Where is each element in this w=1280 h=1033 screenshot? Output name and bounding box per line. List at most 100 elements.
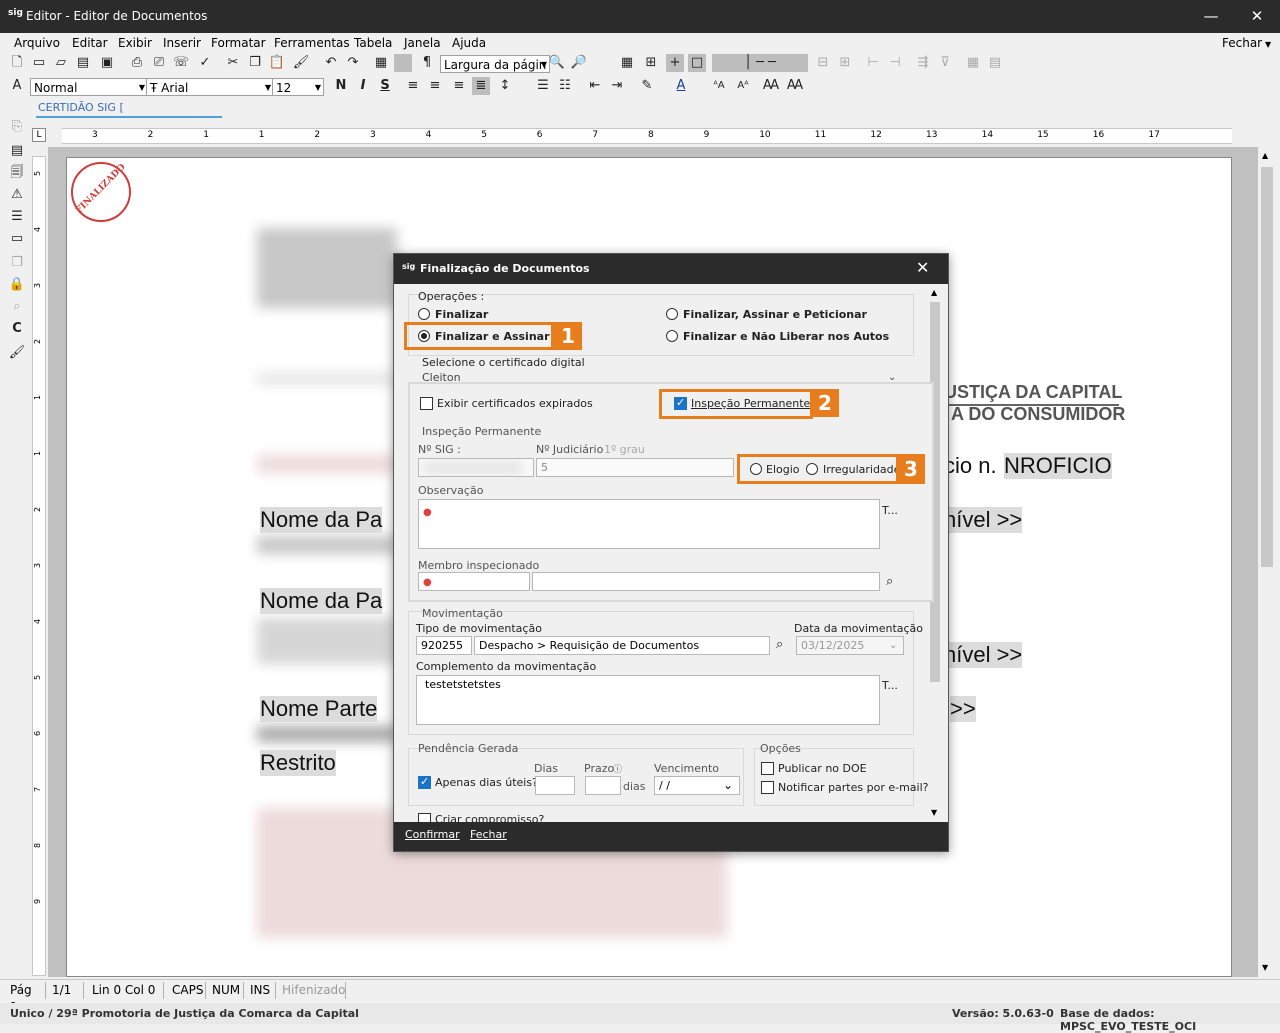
tipo-mov-desc-input[interactable]: Despacho > Requisição de Documentos — [474, 636, 770, 655]
new-doc-icon[interactable]: 🗋 — [8, 54, 26, 72]
menu-inserir[interactable]: Inserir — [163, 36, 201, 50]
table-grid-icon[interactable]: ⊞ — [642, 54, 660, 72]
search-doc-icon[interactable]: ⌕ — [8, 298, 26, 316]
tipo-mov-search-icon[interactable]: ⌕ — [776, 637, 783, 652]
menu-ferramentas[interactable]: Ferramentas — [274, 36, 350, 50]
complemento-textarea[interactable]: testetstetstes — [416, 675, 880, 725]
membro-name-input[interactable] — [532, 572, 880, 591]
align-center-icon[interactable]: ≡ — [426, 77, 444, 95]
font-select[interactable]: Ŧ Arial ▼ — [146, 78, 274, 96]
menu-fechar[interactable]: Fechar — [1222, 36, 1262, 50]
table-more-icon[interactable]: ▤ — [986, 54, 1004, 72]
paragraph-marks-icon[interactable]: ¶ — [418, 54, 436, 72]
scroll-down-icon[interactable]: ▼ — [1262, 963, 1268, 972]
numbering-icon[interactable]: ☷ — [556, 77, 574, 95]
open-icon[interactable]: ▭ — [30, 54, 48, 72]
notificar-email-checkbox[interactable] — [761, 781, 774, 794]
clear-format-icon[interactable]: Ꜳ — [786, 77, 804, 95]
radio-finalizar-nao-liberar-label[interactable]: Finalizar e Não Liberar nos Autos — [683, 330, 889, 343]
tag-field[interactable]: CERTIDÃO SIG [ — [36, 100, 222, 118]
font-size-select[interactable]: 12 ▼ — [272, 78, 324, 96]
data-mov-input[interactable]: 03/12/2025 ⌄ — [796, 636, 904, 655]
save-icon[interactable]: ▣ — [98, 54, 116, 72]
change-case-icon[interactable]: Ꜳ — [762, 77, 780, 95]
grau-select[interactable]: 1º grau — [604, 443, 645, 456]
menu-tabela[interactable]: Tabela — [354, 36, 392, 50]
membro-search-icon[interactable]: ⌕ — [886, 574, 893, 589]
underline-icon[interactable]: S — [376, 77, 394, 95]
minimize-button[interactable]: — — [1188, 0, 1234, 33]
scroll-up-icon[interactable]: ▲ — [1262, 151, 1268, 160]
delete-column-icon[interactable]: ⊣ — [886, 54, 904, 72]
print-icon[interactable]: ⎙ — [128, 54, 146, 72]
restrito-text[interactable]: Restrito — [260, 750, 336, 776]
menu-fechar-dropdown-icon[interactable]: ▼ — [1265, 40, 1271, 49]
justify-icon[interactable]: ≣ — [472, 77, 490, 95]
cell-border-icon[interactable]: □ — [688, 54, 706, 72]
nome-parte-1-right[interactable]: nível >> — [944, 507, 1023, 533]
brush-icon[interactable]: 🖌 — [8, 344, 26, 362]
membro-code-input[interactable]: ● — [418, 572, 530, 591]
vencimento-input[interactable]: / / ⌄ — [654, 776, 740, 795]
increase-indent-icon[interactable]: ⇥ — [608, 77, 626, 95]
tipo-mov-code-input[interactable]: 920255 — [416, 636, 472, 655]
observacao-text-button[interactable]: T... — [882, 504, 898, 517]
grid-icon[interactable]: ▦ — [618, 54, 636, 72]
warning-doc-icon[interactable]: ⚠ — [8, 186, 26, 204]
align-cells-icon[interactable]: ⇶ — [914, 54, 932, 72]
fax-icon[interactable]: ☏ — [172, 54, 190, 72]
confirmar-button[interactable]: Confirmar — [405, 828, 460, 841]
prazo-info-icon[interactable]: ⓘ — [613, 762, 622, 775]
exibir-expirados-label[interactable]: Exibir certificados expirados — [437, 397, 593, 410]
c-icon[interactable]: C — [8, 320, 26, 338]
apenas-uteis-label[interactable]: Apenas dias úteis? — [435, 776, 538, 789]
radio-finalizar-assinar-peticionar-label[interactable]: Finalizar, Assinar e Peticionar — [683, 308, 867, 321]
list-doc-icon[interactable]: ☰ — [8, 208, 26, 226]
nome-parte-3-right[interactable]: >> — [950, 696, 976, 722]
align-left-icon[interactable]: ≡ — [404, 77, 422, 95]
insert-row-icon[interactable]: + — [666, 54, 684, 72]
prazo-input[interactable] — [585, 776, 621, 795]
scroll-thumb[interactable] — [1261, 167, 1273, 567]
styles-icon[interactable]: A — [8, 77, 26, 95]
align-right-icon[interactable]: ≡ — [450, 77, 468, 95]
dialog-close-icon[interactable]: ✕ — [916, 258, 929, 277]
insert-column-icon[interactable]: ⊢ — [864, 54, 882, 72]
oficio-field[interactable]: NROFICIO — [1004, 453, 1112, 479]
exibir-expirados-checkbox[interactable] — [420, 397, 433, 410]
radio-finalizar-label[interactable]: Finalizar — [435, 308, 488, 321]
horizontal-ruler[interactable]: 3 2 1 1 2 3 4 5 6 7 8 9 10 11 12 13 14 15 16 17 — [62, 128, 1232, 144]
nome-parte-2-right[interactable]: nível >> — [944, 642, 1023, 668]
field-list-icon[interactable]: ▤ — [8, 142, 26, 160]
lock-icon[interactable]: 🔒 — [8, 276, 26, 294]
fechar-button[interactable]: Fechar — [470, 828, 507, 841]
scroll-down-icon[interactable]: ▼ — [931, 808, 937, 817]
decrease-indent-icon[interactable]: ⇤ — [586, 77, 604, 95]
menu-formatar[interactable]: Formatar — [211, 36, 266, 50]
font-color-icon[interactable]: A — [672, 77, 690, 95]
border-lines-icon[interactable]: │ ─ ─ — [712, 54, 808, 72]
filter-icon[interactable]: ⊽ — [936, 54, 954, 72]
table-icon[interactable]: ▦ — [372, 54, 390, 72]
grow-font-icon[interactable]: ᴬA — [710, 77, 728, 95]
split-cells-icon[interactable]: ⊞ — [836, 54, 854, 72]
redo-icon[interactable]: ↷ — [344, 54, 362, 72]
undo-icon[interactable]: ↶ — [322, 54, 340, 72]
zoom-in-icon[interactable]: 🔍 — [548, 54, 566, 72]
print-preview-icon[interactable]: ⎚ — [150, 54, 168, 72]
nome-parte-1[interactable]: Nome da Pa — [260, 507, 383, 533]
open-folder-icon[interactable]: ▱ — [52, 54, 70, 72]
zoom-out-icon[interactable]: 🔎 — [570, 54, 588, 72]
table-props-icon[interactable]: ▦ — [964, 54, 982, 72]
folder-doc-icon[interactable]: ▭ — [8, 230, 26, 248]
njud-input[interactable]: 5 — [536, 458, 734, 477]
nsig-input[interactable] — [418, 458, 534, 477]
nome-parte-2[interactable]: Nome da Pa — [260, 588, 383, 614]
nome-parte-3[interactable]: Nome Parte — [260, 696, 378, 722]
highlight-icon[interactable]: ✎ — [638, 77, 656, 95]
scroll-up-icon[interactable]: ▲ — [931, 288, 937, 297]
style-select[interactable]: Normal ▼ — [30, 78, 148, 96]
notificar-email-label[interactable]: Notificar partes por e-mail? — [778, 781, 929, 794]
publicar-doe-label[interactable]: Publicar no DOE — [778, 762, 867, 775]
close-window-button[interactable]: ✕ — [1234, 0, 1280, 33]
